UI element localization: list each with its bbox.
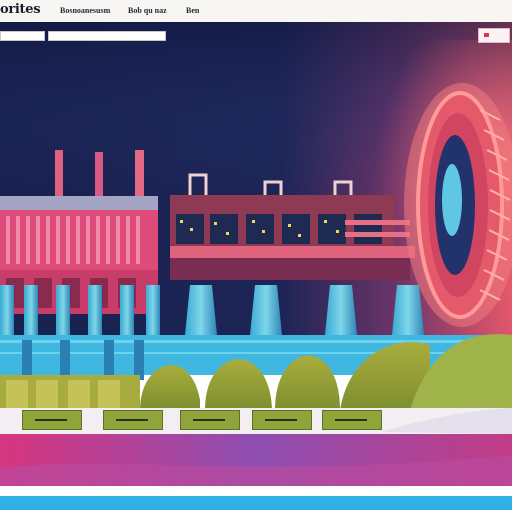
lower-deck	[170, 258, 410, 280]
top-navigation-bar: orites Bosnoanesusm Bob qu naz Ben	[0, 0, 512, 23]
industrial-illustration	[0, 22, 512, 512]
corner-button[interactable]	[478, 28, 510, 43]
factory-roof	[0, 196, 158, 210]
indicator-icon	[484, 33, 489, 37]
tab-2-line	[116, 419, 148, 421]
illustration-canvas	[0, 22, 512, 512]
tab-4[interactable]	[252, 410, 312, 430]
nav-link-3[interactable]: Ben	[186, 6, 199, 15]
input-field-long[interactable]	[48, 31, 166, 41]
brand-logo-text[interactable]: orites	[0, 2, 41, 17]
tab-5[interactable]	[322, 410, 382, 430]
tab-5-line	[335, 419, 367, 421]
tab-2[interactable]	[103, 410, 163, 430]
tab-3-line	[193, 419, 225, 421]
tab-1-line	[35, 419, 67, 421]
tab-3[interactable]	[180, 410, 240, 430]
tab-1[interactable]	[22, 410, 82, 430]
deck	[170, 246, 415, 258]
nav-link-2[interactable]: Bob qu naz	[128, 6, 167, 15]
nav-link-1[interactable]: Bosnoanesusm	[60, 6, 110, 15]
input-field-short[interactable]	[0, 31, 45, 41]
blue-strip	[0, 496, 512, 510]
tab-4-line	[265, 419, 297, 421]
